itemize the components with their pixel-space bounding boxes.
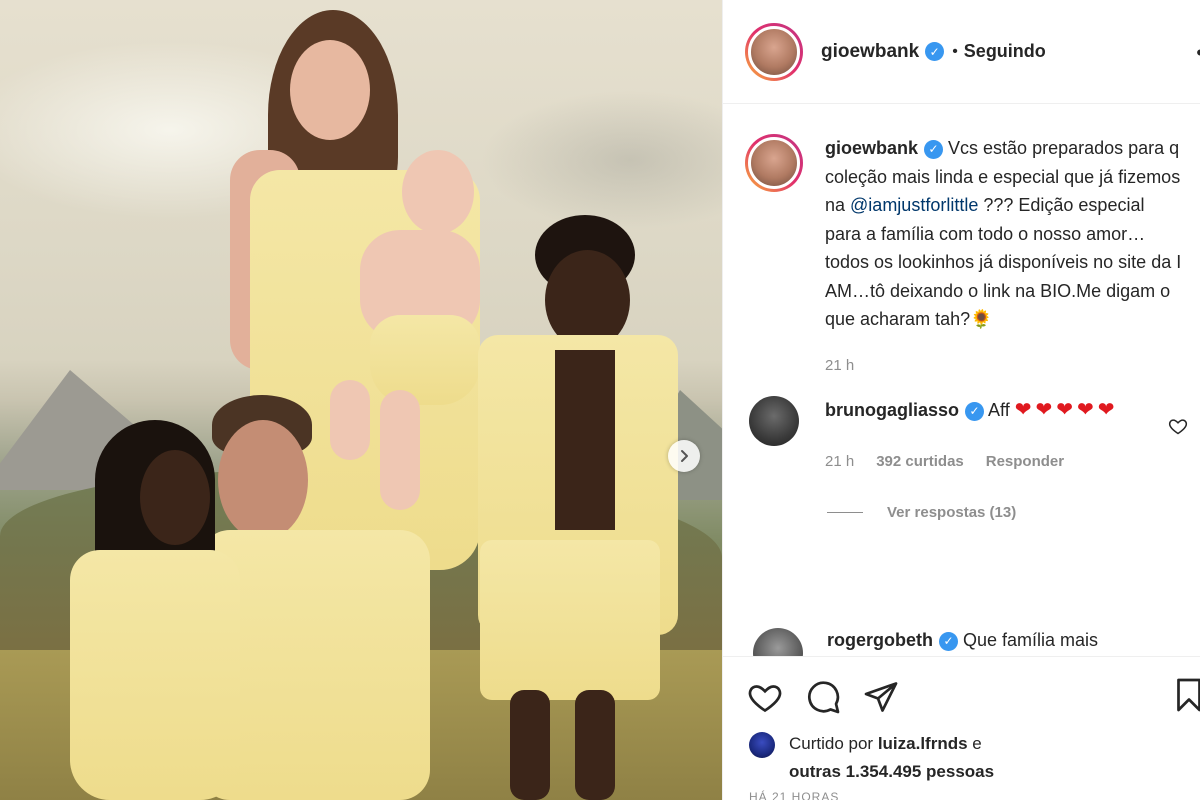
post-date[interactable]: HÁ 21 HORAS <box>749 790 839 800</box>
view-replies-label: Ver respostas (13) <box>887 504 1017 521</box>
heart-icon[interactable] <box>1168 416 1188 436</box>
girl-face <box>140 450 210 545</box>
action-bar <box>723 656 1200 736</box>
baby-leg <box>330 380 370 460</box>
divider <box>827 512 863 513</box>
bookmark-icon[interactable] <box>1171 677 1200 713</box>
share-icon[interactable] <box>863 679 899 715</box>
boy-leg <box>510 690 550 800</box>
reply-button[interactable]: Responder <box>986 448 1064 476</box>
post-side-panel: gioewbank ✓ • Seguindo • gioewbank✓ Vcs … <box>722 0 1200 800</box>
caption: gioewbank ✓ Vcs estão preparados para q c… <box>723 104 1200 380</box>
avatar[interactable] <box>753 628 803 656</box>
separator-dot: • <box>952 42 958 60</box>
boy-leg <box>575 690 615 800</box>
likes-prefix: Curtido por <box>789 734 878 753</box>
comment-text: Que família mais <box>963 630 1099 650</box>
heart-icon[interactable] <box>747 679 783 715</box>
baby-leg <box>380 390 420 510</box>
avatar[interactable] <box>745 22 803 81</box>
verified-icon: ✓ <box>925 42 945 61</box>
verified-icon: ✓ <box>939 631 958 651</box>
header-username[interactable]: gioewbank <box>821 41 919 63</box>
baby-face <box>402 150 474 234</box>
likes-summary: Curtido por luiza.lfrnds e outras 1.354.… <box>749 730 994 786</box>
mother-face <box>290 40 370 140</box>
father-face <box>218 420 308 540</box>
liker-username[interactable]: luiza.lfrnds <box>878 734 968 753</box>
caption-time[interactable]: 21 h <box>825 352 1185 381</box>
following-button[interactable]: Seguindo <box>964 41 1046 62</box>
avatar[interactable] <box>745 134 803 192</box>
view-replies-button[interactable]: Ver respostas (13) <box>723 476 1200 521</box>
sky-cloud <box>480 90 722 230</box>
avatar[interactable] <box>749 396 799 446</box>
comment-time[interactable]: 21 h <box>825 448 854 476</box>
mention-link[interactable]: @iamjustforlittle <box>850 195 978 215</box>
comment-emoji: ❤❤❤❤❤ <box>1014 399 1119 421</box>
boy-chest <box>555 350 615 530</box>
verified-icon: ✓ <box>965 401 985 421</box>
likes-mid: e <box>967 734 982 753</box>
caption-username[interactable]: gioewbank <box>825 138 918 158</box>
comment-icon[interactable] <box>805 679 841 715</box>
comment: rogergobeth ✓ Que família mais <box>723 626 1200 656</box>
post-header: gioewbank ✓ • Seguindo • <box>723 0 1200 104</box>
baby-shorts <box>370 315 480 405</box>
more-dots-icon[interactable]: • <box>1196 40 1200 66</box>
comment: brunogagliasso ✓ Aff ❤❤❤❤❤ 21 h 392 curti… <box>723 380 1200 476</box>
post-photo[interactable] <box>0 0 722 800</box>
likes-count[interactable]: outras 1.354.495 pessoas <box>789 762 994 781</box>
caption-text-end: ??? Edição especial para a família com t… <box>825 195 1182 329</box>
comment-username[interactable]: brunogagliasso <box>825 400 959 420</box>
verified-icon: ✓ <box>924 139 944 159</box>
next-photo-button[interactable] <box>668 440 700 472</box>
comment-likes[interactable]: 392 curtidas <box>876 448 964 476</box>
chevron-right-icon <box>681 450 688 462</box>
comment-username[interactable]: rogergobeth <box>827 630 933 650</box>
avatar[interactable] <box>749 732 775 758</box>
comment-text: Aff <box>988 400 1010 420</box>
girl-dress <box>70 550 240 800</box>
boy-shorts <box>480 540 660 700</box>
